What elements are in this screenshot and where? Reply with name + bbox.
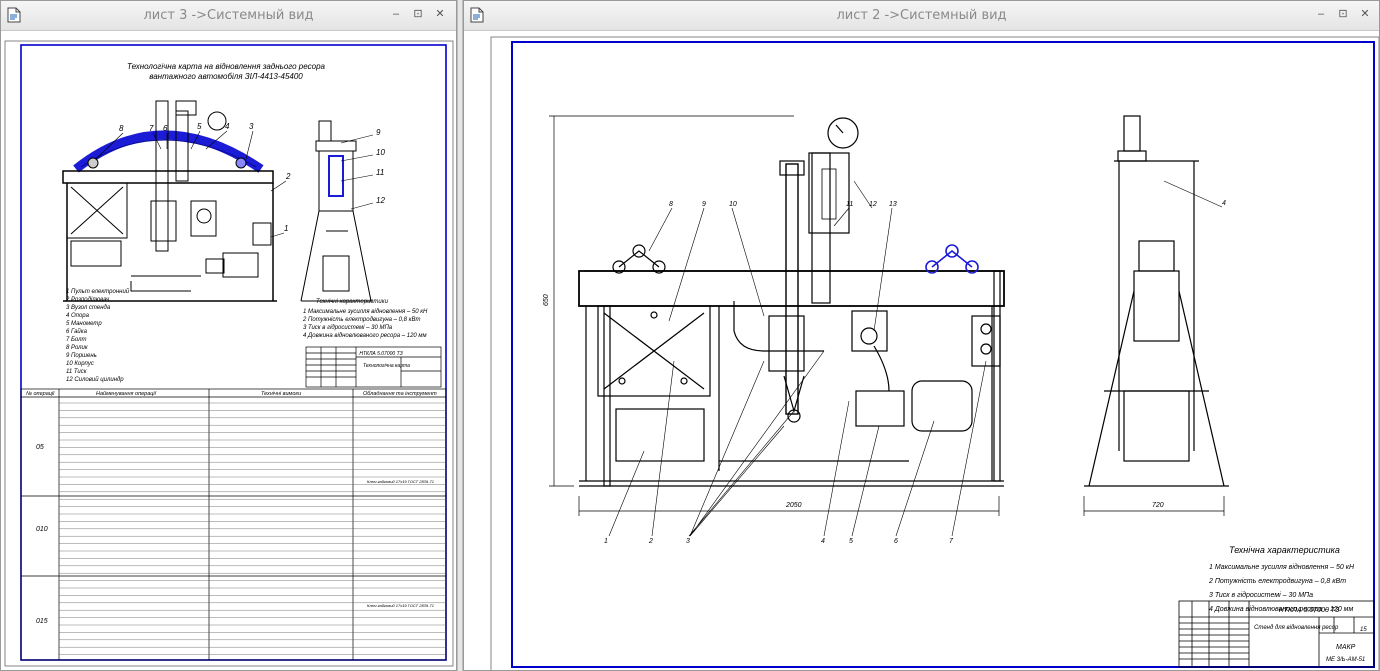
- table-header: Технічні вимоги: [261, 391, 301, 397]
- svg-text:6 Гайка: 6 Гайка: [66, 328, 88, 335]
- sheet3-stamp-code: НТКЛА 5.07000 ТЗ: [359, 351, 402, 357]
- svg-text:Технічна характеристика: Технічна характеристика: [1229, 545, 1340, 555]
- sheet2-specs: Технічна характеристика 1 Максимальне зу…: [1208, 545, 1355, 613]
- sheet2-titlebar[interactable]: лист 2 ->Системный вид – ⊡ ✕: [464, 1, 1379, 31]
- callout: 9: [376, 128, 381, 137]
- sheet2-title: лист 2 ->Системный вид: [836, 8, 1007, 23]
- sheet3-canvas[interactable]: Технологічна карта на відновлення задньо…: [1, 31, 456, 670]
- svg-text:3 Вузол стенда: 3 Вузол стенда: [66, 305, 111, 311]
- callout: 13: [889, 201, 897, 208]
- sheet2-stamp-title: Стенд для відновлення ресор: [1254, 625, 1339, 631]
- table-header: Обладнання та інструмент: [363, 391, 437, 397]
- callout: 3: [686, 538, 690, 545]
- minimize-button[interactable]: –: [1314, 8, 1328, 21]
- close-button[interactable]: ✕: [1358, 8, 1372, 21]
- restore-button[interactable]: ⊡: [411, 8, 425, 21]
- dimension-width: 2050: [785, 502, 802, 509]
- sheet2-stamp-org: МАКР: [1336, 644, 1356, 651]
- svg-text:2 Потужність електродвигуна –: 2 Потужність електродвигуна – 0,8 кВт: [302, 317, 420, 323]
- svg-text:12 Силовий цилиндр: 12 Силовий цилиндр: [66, 376, 124, 383]
- sheet3-legend: 1 Пульт електронний 2 Розподілювач 3 Вуз…: [65, 288, 130, 383]
- sheet3-drawing: Технологічна карта на відновлення задньо…: [4, 40, 454, 667]
- svg-text:11 Тиск: 11 Тиск: [66, 369, 88, 375]
- sheet2-stamp-code: НТКЛА 5.07000 ТЗ: [1279, 607, 1340, 614]
- callout: 4: [225, 122, 230, 131]
- table-header: Найменування операції: [96, 390, 157, 397]
- callout: 8: [119, 124, 124, 133]
- dimension-width: 720: [1152, 502, 1164, 509]
- callout: 1: [284, 224, 288, 233]
- sheet3-titlebar[interactable]: лист 3 ->Системный вид – ⊡ ✕: [1, 1, 456, 31]
- operation-number: 015: [36, 618, 48, 625]
- sheet3-window[interactable]: лист 3 ->Системный вид – ⊡ ✕ Технологічн…: [0, 0, 457, 671]
- sheet2-rollers: [612, 244, 666, 274]
- svg-text:8 Ролик: 8 Ролик: [66, 345, 89, 351]
- svg-text:Технічні характеристики: Технічні характеристики: [316, 299, 389, 305]
- svg-text:1 Пульт електронний: 1 Пульт електронний: [66, 288, 130, 295]
- minimize-button[interactable]: –: [389, 8, 403, 21]
- callout: 5: [849, 538, 853, 545]
- svg-text:1 Максимальне зусилля відновле: 1 Максимальне зусилля відновлення – 50 к…: [303, 309, 428, 315]
- svg-text:7 Болт: 7 Болт: [66, 337, 87, 343]
- callout: 4: [1222, 200, 1226, 207]
- callout: 10: [376, 148, 385, 157]
- sheet2-rollers-highlight: [925, 244, 979, 274]
- svg-text:1 Максимальне зусилля відновле: 1 Максимальне зусилля відновлення – 50 к…: [1209, 563, 1355, 571]
- callout: 4: [821, 538, 825, 545]
- svg-text:10 Корпус: 10 Корпус: [66, 361, 94, 367]
- sheet3-stand-side: [300, 120, 373, 302]
- callout: 6: [894, 538, 898, 545]
- sheet2-stand-front: [578, 117, 1005, 487]
- sheet2-stamp-group: МЕ 3/Ь-АМ-51: [1326, 657, 1365, 663]
- svg-text:3 Тиск в гідросистемі – 30 МПа: 3 Тиск в гідросистемі – 30 МПа: [303, 325, 393, 331]
- callout: 5: [197, 122, 202, 131]
- sheet3-specs: Технічні характеристики 1 Максимальне зу…: [302, 299, 428, 339]
- operation-number: 05: [36, 444, 44, 451]
- sheet2-stand-side: [1084, 115, 1229, 487]
- dimension-height: 650: [543, 294, 550, 306]
- operation-number: 010: [36, 526, 48, 533]
- svg-text:2 Розподілювач: 2 Розподілювач: [65, 297, 109, 303]
- callout: 8: [669, 201, 673, 208]
- callout: 11: [846, 201, 853, 208]
- callout: 2: [285, 172, 291, 181]
- callout: 9: [702, 201, 706, 208]
- sheet3-title: лист 3 ->Системный вид: [143, 8, 314, 23]
- callout: 10: [729, 201, 737, 208]
- sheet3-heading-1: Технологічна карта на відновлення задньо…: [127, 62, 325, 71]
- close-button[interactable]: ✕: [433, 8, 447, 21]
- sheet2-frame: [511, 41, 1375, 668]
- svg-text:4 Довжина відновлюваного ресор: 4 Довжина відновлюваного ресора – 120 мм: [303, 333, 427, 339]
- svg-text:4 Опора: 4 Опора: [66, 313, 90, 319]
- callout: 11: [376, 168, 384, 177]
- sheet2-stamp-sheet: 15: [1360, 627, 1367, 633]
- callout: 12: [869, 201, 877, 208]
- restore-button[interactable]: ⊡: [1336, 8, 1350, 21]
- sheet2-window[interactable]: лист 2 ->Системный вид – ⊡ ✕ 650 2050 72…: [463, 0, 1380, 671]
- callout: 7: [949, 538, 954, 545]
- sheet3-stand-front: [62, 100, 277, 302]
- svg-text:2 Потужність електродвигуна –: 2 Потужність електродвигуна – 0,8 кВт: [1208, 577, 1346, 585]
- callout: 3: [249, 122, 254, 131]
- leader-lines: [608, 180, 1223, 537]
- sheet3-stamp-title: Технологічна карта: [363, 363, 410, 369]
- operation-equipment: Ключ гайковий 17x19 ГОСТ 2839-71: [367, 479, 434, 484]
- callout: 12: [376, 196, 385, 205]
- svg-text:5 Манометр: 5 Манометр: [66, 321, 102, 327]
- table-header: № операції: [26, 391, 55, 397]
- svg-text:3 Тиск в гідросистемі – 30 МПа: 3 Тиск в гідросистемі – 30 МПа: [1209, 591, 1313, 599]
- sheet3-heading-2: вантажного автомобіля ЗІЛ-4413-45400: [149, 72, 303, 81]
- operation-equipment: Ключ гайковий 17x19 ГОСТ 2839-71: [367, 603, 434, 608]
- svg-text:9 Поршень: 9 Поршень: [66, 353, 97, 359]
- callout: 2: [648, 538, 653, 545]
- callout: 1: [604, 538, 608, 545]
- sheet2-canvas[interactable]: 650 2050 720 8 9 10 11 12 13 4 1 2 3 4 5…: [464, 31, 1379, 670]
- callout: 6: [163, 124, 168, 133]
- sheet3-operations-table: [20, 388, 447, 661]
- sheet2-drawing: 650 2050 720 8 9 10 11 12 13 4 1 2 3 4 5…: [490, 36, 1379, 670]
- callout: 7: [149, 124, 154, 133]
